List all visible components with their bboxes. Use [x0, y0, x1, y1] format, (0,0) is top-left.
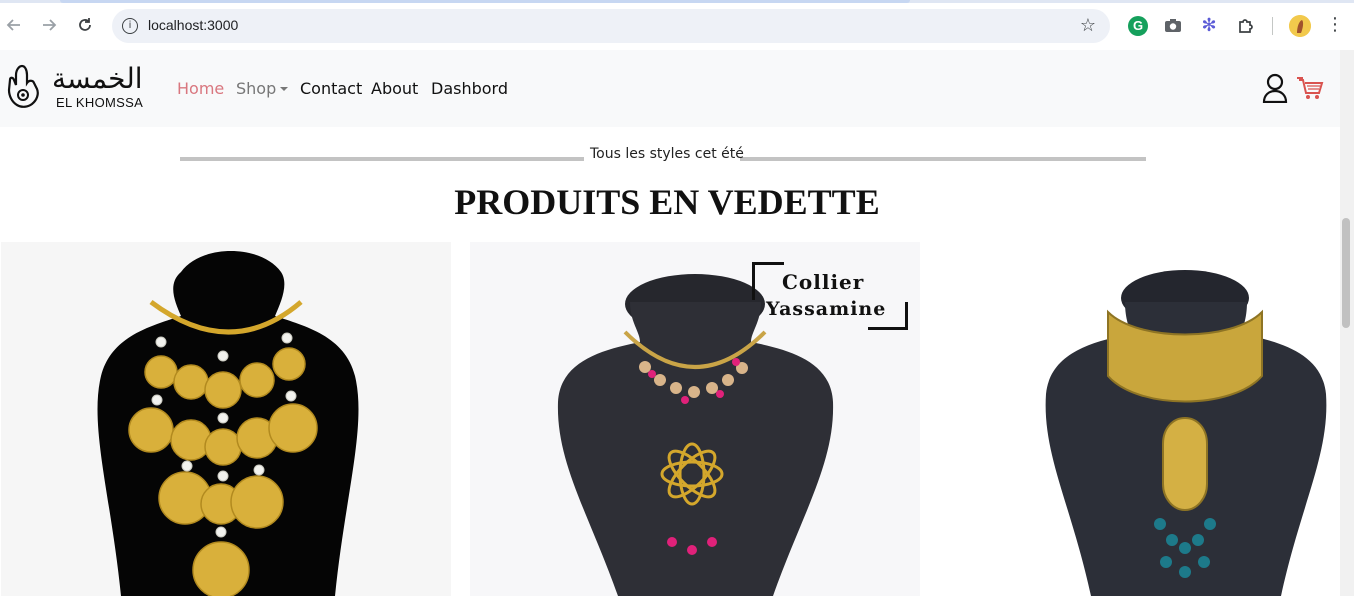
tab-strip-edge: [0, 0, 1354, 3]
label-corner-top-left: [752, 262, 784, 300]
gold-coin-necklace-image: [1, 242, 451, 596]
scrollbar-thumb[interactable]: [1342, 218, 1350, 328]
site-info-icon[interactable]: i: [122, 18, 138, 34]
subtitle-divider-right: [740, 157, 1146, 161]
extension-flower-icon[interactable]: ✻: [1199, 16, 1219, 36]
cart-icon[interactable]: [1297, 77, 1325, 101]
extensions-puzzle-icon[interactable]: [1236, 16, 1256, 36]
toolbar-divider: [1272, 17, 1273, 35]
active-tab-edge: [60, 0, 910, 3]
browser-toolbar: i localhost:3000 ☆ G ✻ ⋮: [0, 0, 1354, 50]
grammarly-icon[interactable]: G: [1128, 16, 1148, 36]
cart-badge: [1297, 77, 1303, 79]
nav-shop-label: Shop: [236, 79, 277, 98]
overlay-line-2: Yassamine: [766, 298, 887, 320]
subtitle-divider-left: [180, 157, 584, 161]
profile-avatar[interactable]: [1289, 15, 1311, 37]
reload-icon[interactable]: [74, 14, 96, 36]
nav-home[interactable]: Home: [177, 79, 224, 98]
nav-dashboard[interactable]: Dashbord: [431, 79, 508, 98]
product-card-khomssa-collar[interactable]: [960, 242, 1340, 596]
more-menu-icon[interactable]: ⋮: [1326, 14, 1344, 35]
logo-arabic-text: الخمسة: [52, 62, 143, 95]
back-icon[interactable]: [3, 14, 25, 36]
forward-icon[interactable]: [38, 14, 60, 36]
product-card-gold-coin-necklace[interactable]: [1, 242, 451, 596]
camera-icon[interactable]: [1163, 16, 1183, 36]
hamsa-logo-icon: [7, 64, 39, 108]
bookmark-star-icon[interactable]: ☆: [1080, 15, 1096, 36]
nav-about[interactable]: About: [371, 79, 418, 98]
address-bar[interactable]: i localhost:3000 ☆: [112, 9, 1110, 43]
user-account-icon[interactable]: [1262, 73, 1288, 104]
nav-shop-dropdown[interactable]: Shop: [236, 79, 289, 98]
nav-contact[interactable]: Contact: [300, 79, 362, 98]
section-subtitle: Tous les styles cet été: [590, 146, 744, 162]
logo-text: EL KHOMSSA: [56, 95, 144, 110]
khomssa-collar-image: [960, 242, 1340, 596]
product-overlay-label: Collier Yassamine: [752, 262, 908, 330]
overlay-line-1: Collier: [782, 270, 865, 294]
url-text[interactable]: localhost:3000: [148, 17, 238, 33]
section-title: PRODUITS EN VEDETTE: [454, 182, 880, 222]
caret-down-icon: [280, 87, 289, 91]
